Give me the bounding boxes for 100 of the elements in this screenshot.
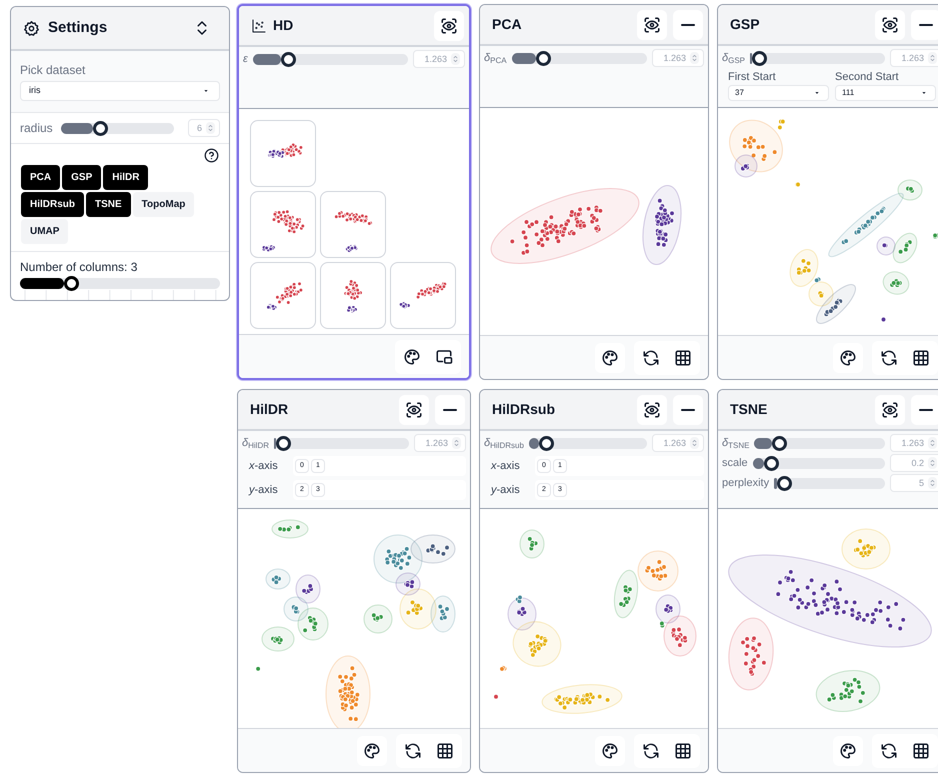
minimize-icon (919, 24, 933, 26)
method-toggle[interactable]: PCA (21, 165, 60, 190)
start-select[interactable]: 37 (728, 85, 829, 101)
minimize-button[interactable] (911, 394, 938, 424)
start-select[interactable]: 111 (835, 85, 936, 101)
number-value: 6 (196, 124, 202, 132)
panel-title: HD (273, 16, 294, 35)
slider-label: scale (722, 456, 748, 471)
slider-thumb[interactable] (764, 456, 780, 470)
visibility-icon (643, 16, 661, 34)
color-icon (363, 742, 381, 760)
reset-icon (642, 348, 660, 366)
slider[interactable] (774, 478, 885, 488)
slider-label: perplexity (722, 476, 770, 491)
spinner-icon (451, 53, 460, 65)
panel-title: TSNE (730, 400, 768, 419)
slider-label: δ$_{HilDRsub}$ (484, 436, 524, 452)
panel-title: PCA (492, 15, 523, 34)
slider-thumb[interactable] (536, 50, 551, 66)
minimize-button[interactable] (435, 394, 465, 424)
slider[interactable] (528, 438, 647, 448)
reset-icon (404, 742, 422, 760)
window-icon (435, 348, 453, 366)
number-value: 0.2 (911, 458, 924, 468)
slider-label: δ$_{TSNE}$ (722, 436, 750, 452)
dataset-select[interactable]: iris (20, 81, 220, 101)
point-cluster (346, 304, 358, 314)
slider-thumb[interactable] (280, 52, 296, 66)
visibility-button[interactable] (399, 394, 429, 424)
method-toggle[interactable]: TSNE (86, 192, 131, 217)
visibility-button[interactable] (875, 10, 905, 40)
point-cluster (398, 301, 411, 310)
point-cluster (794, 182, 801, 188)
grid-icon (436, 742, 454, 760)
visibility-button[interactable] (434, 10, 464, 40)
slider[interactable] (754, 438, 885, 448)
grid-icon (674, 742, 692, 760)
panel-title: Settings (48, 18, 108, 38)
point-cluster (272, 520, 308, 538)
slider-label: δ$_{PCA}$ (484, 50, 507, 66)
scatter-chart-icon (251, 18, 267, 34)
slider[interactable] (752, 458, 885, 468)
slider[interactable] (512, 52, 647, 64)
point-cluster (272, 210, 305, 234)
visibility-icon (405, 400, 423, 418)
color-button[interactable] (357, 736, 387, 766)
minimize-button[interactable] (911, 10, 938, 40)
visibility-button[interactable] (875, 394, 905, 424)
color-icon (601, 348, 619, 366)
slider[interactable] (60, 122, 174, 134)
color-button[interactable] (833, 342, 863, 372)
reset-icon (880, 348, 898, 366)
point-cluster (345, 244, 358, 253)
minimize-button[interactable] (673, 10, 703, 40)
point-cluster (344, 279, 363, 300)
slider-thumb[interactable] (776, 476, 792, 490)
axis-label: y-axis (491, 482, 521, 498)
minimize-icon (681, 24, 695, 26)
visibility-button[interactable] (637, 10, 667, 40)
slider[interactable] (20, 278, 220, 289)
slider-thumb[interactable] (276, 436, 292, 450)
method-toggle[interactable]: GSP (62, 165, 102, 190)
slider[interactable] (274, 438, 409, 448)
slider[interactable] (252, 54, 408, 64)
point-cluster (416, 282, 447, 300)
spinner-icon (452, 437, 461, 449)
number-value: 1.263 (663, 438, 686, 448)
grid-icon (674, 348, 692, 366)
visibility-button[interactable] (637, 394, 667, 424)
slider-thumb[interactable] (539, 436, 554, 450)
slider-thumb[interactable] (752, 50, 768, 66)
field-label: Pick dataset (20, 62, 86, 79)
color-button[interactable] (595, 342, 625, 372)
slider[interactable] (750, 52, 885, 64)
number-value: 5 (918, 478, 924, 488)
visibility-icon (440, 16, 458, 34)
spinner-icon (206, 122, 215, 134)
spinner-icon (690, 437, 699, 449)
minimize-icon (443, 408, 457, 410)
point-cluster (882, 271, 910, 295)
method-toggle[interactable]: HilDRsub (21, 192, 84, 217)
visibility-icon (643, 400, 661, 418)
method-toggle[interactable]: TopoMap (132, 192, 194, 217)
point-cluster (334, 210, 373, 226)
slider-label: δ$_{HilDR}$ (242, 436, 270, 452)
slider-thumb[interactable] (64, 276, 80, 291)
visibility-icon (881, 16, 899, 34)
method-toggle[interactable]: HilDR (103, 165, 148, 190)
color-button[interactable] (833, 736, 863, 766)
grid-icon (912, 348, 930, 366)
point-cluster (880, 316, 886, 322)
minimize-button[interactable] (673, 394, 703, 424)
color-icon (839, 348, 857, 366)
method-toggle[interactable]: UMAP (21, 219, 68, 244)
color-button[interactable] (595, 736, 625, 766)
field-label: Second Start (835, 71, 900, 84)
panel-title: HilDRsub (492, 400, 556, 419)
slider-thumb[interactable] (93, 120, 108, 136)
slider-thumb[interactable] (772, 436, 787, 450)
gear-icon (23, 20, 40, 36)
